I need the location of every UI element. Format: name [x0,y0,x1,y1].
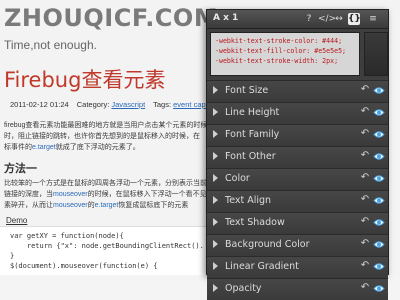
visibility-eye-icon[interactable] [373,240,385,249]
inline-link[interactable]: e.target [95,202,119,209]
inline-link[interactable]: mouseover [53,202,88,209]
style-section-label: Text Align [225,195,272,206]
style-section-row[interactable]: Font Family ↶ [207,124,388,146]
style-section-label: Color [225,173,250,184]
style-section-label: Line Height [225,107,280,118]
section-heading: 方法一 [4,163,37,175]
tags-label: Tags: [153,100,172,109]
expand-arrow-icon[interactable] [213,240,218,248]
inline-link[interactable]: e.target [32,144,56,151]
reset-icon[interactable]: ↶ [359,260,371,272]
style-section-row[interactable]: Text Align ↶ [207,190,388,212]
side-toggle-button[interactable] [364,32,388,76]
category-label: Category: [76,100,110,109]
expand-arrow-icon[interactable] [213,152,218,160]
style-section-row[interactable]: Text Shadow ↶ [207,212,388,234]
post-meta: 2011-02-12 01:24 Category: Javascript Ta… [10,100,219,109]
text-span: 标事件的 [4,144,32,151]
css-code-output[interactable]: -webkit-text-stroke-color: #444; -webkit… [210,32,360,76]
expand-arrow-icon[interactable] [213,86,218,94]
expand-arrow-icon[interactable] [213,284,218,292]
reset-icon[interactable]: ↶ [359,150,371,162]
site-tagline: Time,not enough. [4,38,97,52]
resize-icon[interactable]: ↔ [333,13,345,25]
style-section-row[interactable]: Opacity ↶ [207,278,388,300]
code-icon[interactable]: </> [318,13,336,25]
code-block: var getXY = function(node){ return {"x":… [0,226,210,275]
category-link[interactable]: Javascript [111,100,145,109]
style-section-label: Text Shadow [225,217,285,228]
expand-arrow-icon[interactable] [213,108,218,116]
reset-icon[interactable]: ↶ [359,128,371,140]
post-title[interactable]: Firebug查看元素 [4,64,165,94]
style-section-label: Linear Gradient [225,261,299,272]
expand-arrow-icon[interactable] [213,130,218,138]
style-section-row[interactable]: Background Color ↶ [207,234,388,256]
paragraph-line: firebug查看元素功能最困难的地方就是当用户点击某个元素的时候 [4,122,208,129]
reset-icon[interactable]: ↶ [359,216,371,228]
demo-link[interactable]: Demo [6,216,27,225]
expand-arrow-icon[interactable] [213,218,218,226]
style-section-row[interactable]: Line Height ↶ [207,102,388,124]
reset-icon[interactable]: ↶ [359,172,371,184]
expand-arrow-icon[interactable] [213,262,218,270]
css-braces-icon[interactable]: {} [348,13,361,25]
style-section-label: Font Size [225,85,269,96]
paragraph-line: 时，阻止链接的跳转，也许你首先想到的是鼠标移入的时候，在 [4,133,200,140]
text-span: 的 [87,202,95,209]
paragraph-line: 素碎开，从而让mouseover的e.target恢复成鼠标底下的元素 [4,200,214,211]
style-section-label: Background Color [225,239,310,250]
paragraph-line: 链接的深度，当mouseover的时候，在鼠标移入下浮动一个看不见 [4,189,214,200]
style-section-row[interactable]: Font Other ↶ [207,146,388,168]
text-span: 链接的深度，当 [4,191,53,198]
reset-icon[interactable]: ↶ [359,238,371,250]
style-section-label: Font Other [225,151,276,162]
post-date: 2011-02-12 01:24 [10,100,69,109]
visibility-eye-icon[interactable] [373,196,385,205]
text-span: 的时候，在鼠标移入下浮动一个看不见 [87,191,207,198]
visibility-eye-icon[interactable] [373,262,385,271]
style-section-row[interactable]: Font Size ↶ [207,80,388,102]
reset-icon[interactable]: ↶ [359,106,371,118]
visibility-eye-icon[interactable] [373,130,385,139]
visibility-eye-icon[interactable] [373,152,385,161]
method-paragraph: 比较笨的一个方式是在鼠标的四周各浮动一个元素，分别表示当前 链接的深度，当mou… [4,178,214,211]
text-span: 就成了底下浮动的元素了。 [55,144,140,151]
paragraph-line: 标事件的e.target就成了底下浮动的元素了。 [4,142,214,153]
paragraph-line: 比较笨的一个方式是在鼠标的四周各浮动一个元素，分别表示当前 [4,180,207,187]
css-inspector-panel: A x 1 ? </> ↔ {} ≡ -webkit-text-stroke-c… [206,9,389,300]
style-section-label: Font Family [225,129,280,140]
panel-toolbar: A x 1 ? </> ↔ {} ≡ [207,10,388,29]
menu-icon[interactable]: ≡ [367,13,379,25]
text-span: 素碎开，从而让 [4,202,53,209]
style-section-row[interactable]: Color ↶ [207,168,388,190]
toolbar-title: A x 1 [213,13,239,23]
intro-paragraph: firebug查看元素功能最困难的地方就是当用户点击某个元素的时候 时，阻止链接… [4,120,214,153]
reset-icon[interactable]: ↶ [359,282,371,294]
reset-icon[interactable]: ↶ [359,84,371,96]
visibility-eye-icon[interactable] [373,108,385,117]
visibility-eye-icon[interactable] [373,86,385,95]
text-span: 恢复成鼠标底下的元素 [118,202,189,209]
inline-link[interactable]: mouseover [53,191,88,198]
style-section-list: Font Size ↶ Line Height ↶ Font Family ↶ Font O… [207,80,388,300]
help-icon[interactable]: ? [303,13,315,25]
visibility-eye-icon[interactable] [373,284,385,293]
visibility-eye-icon[interactable] [373,218,385,227]
style-section-label: Opacity [225,283,262,294]
expand-arrow-icon[interactable] [213,196,218,204]
reset-icon[interactable]: ↶ [359,194,371,206]
expand-arrow-icon[interactable] [213,174,218,182]
site-title[interactable]: ZHOUQICF.COM [4,4,218,32]
visibility-eye-icon[interactable] [373,174,385,183]
